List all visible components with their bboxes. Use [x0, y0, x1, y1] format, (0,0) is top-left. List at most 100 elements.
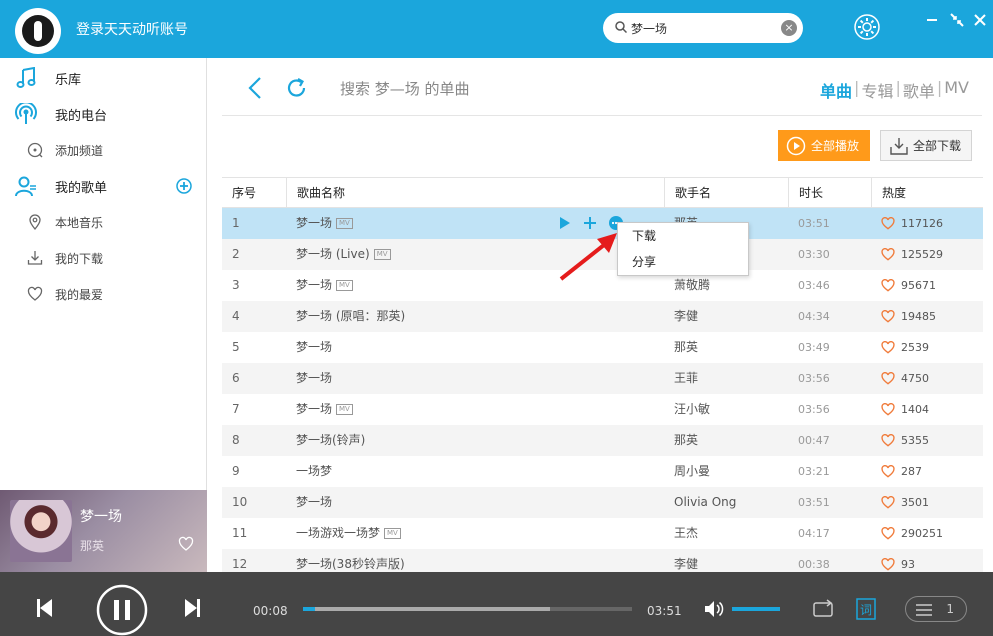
- column-header-number[interactable]: 序号: [222, 178, 286, 208]
- download-all-button[interactable]: 全部下载: [880, 130, 972, 161]
- now-playing-card[interactable]: 梦一场 那英: [0, 490, 207, 572]
- artist-cell[interactable]: 王杰: [664, 518, 788, 549]
- song-title-cell[interactable]: 梦一场: [286, 332, 606, 363]
- heart-icon[interactable]: [881, 527, 895, 540]
- sidebar-item-my-playlists[interactable]: 我的歌单: [0, 171, 206, 201]
- artist-cell[interactable]: 王菲: [664, 363, 788, 394]
- table-row[interactable]: 8 梦一场(铃声) 那英 00:47 5355: [222, 425, 983, 456]
- previous-track-icon[interactable]: [36, 598, 54, 618]
- column-header-duration[interactable]: 时长: [788, 178, 871, 208]
- artist-cell[interactable]: 李健: [664, 301, 788, 332]
- app-logo[interactable]: [15, 8, 61, 54]
- svg-text:词: 词: [860, 603, 872, 617]
- table-row[interactable]: 6 梦一场 王菲 03:56 4750: [222, 363, 983, 394]
- tab-albums[interactable]: 专辑: [859, 78, 895, 102]
- artist-cell[interactable]: 周小曼: [664, 456, 788, 487]
- progress-bar[interactable]: [303, 607, 632, 611]
- mv-badge[interactable]: MV: [373, 249, 391, 260]
- column-header-artist[interactable]: 歌手名: [664, 178, 788, 208]
- heart-icon[interactable]: [881, 217, 895, 230]
- sidebar-item-local-music[interactable]: 本地音乐: [0, 207, 206, 237]
- sidebar-item-radio[interactable]: 我的电台: [0, 99, 206, 129]
- column-header-popularity[interactable]: 热度: [871, 178, 983, 208]
- back-arrow-icon[interactable]: [245, 76, 265, 100]
- menu-item-share[interactable]: 分享: [618, 249, 748, 275]
- next-track-icon[interactable]: [183, 598, 201, 618]
- row-number: 8: [232, 433, 240, 447]
- heart-icon[interactable]: [881, 558, 895, 571]
- song-title-cell[interactable]: 梦一场: [286, 487, 606, 518]
- song-title-cell[interactable]: 梦一场 MV: [286, 394, 606, 425]
- sidebar-item-library[interactable]: 乐库: [0, 63, 206, 93]
- compact-mode-icon[interactable]: [949, 12, 965, 28]
- sidebar-item-add-channel[interactable]: 添加频道: [0, 135, 206, 165]
- column-header-title[interactable]: 歌曲名称: [286, 178, 664, 208]
- table-row[interactable]: 11 一场游戏一场梦 MV 王杰 04:17 290251: [222, 518, 983, 549]
- table-row[interactable]: 4 梦一场 (原唱：那英) 李健 04:34 19485: [222, 301, 983, 332]
- location-pin-icon: [26, 213, 44, 231]
- song-title-cell[interactable]: 一场梦: [286, 456, 606, 487]
- volume-icon[interactable]: [704, 600, 724, 618]
- heart-icon[interactable]: [881, 341, 895, 354]
- gear-icon[interactable]: [853, 13, 881, 41]
- artist-cell[interactable]: Olivia Ong: [664, 487, 788, 518]
- artist-cell[interactable]: 那英: [664, 332, 788, 363]
- row-number: 1: [232, 216, 240, 230]
- table-row[interactable]: 5 梦一场 那英 03:49 2539: [222, 332, 983, 363]
- song-title-cell[interactable]: 梦一场 (原唱：那英): [286, 301, 606, 332]
- favorite-heart-icon[interactable]: [178, 536, 194, 552]
- song-title-cell[interactable]: 梦一场: [286, 363, 606, 394]
- heart-icon[interactable]: [881, 403, 895, 416]
- pause-icon[interactable]: [96, 584, 148, 636]
- album-art[interactable]: [10, 500, 72, 562]
- minimize-icon[interactable]: [924, 12, 940, 28]
- search-icon[interactable]: [615, 21, 627, 33]
- row-number: 9: [232, 464, 240, 478]
- table-row[interactable]: 9 一场梦 周小曼 03:21 287: [222, 456, 983, 487]
- search-input[interactable]: [631, 18, 781, 38]
- song-title: 梦一场(38秒铃声版): [296, 557, 405, 571]
- heart-icon[interactable]: [881, 496, 895, 509]
- login-link[interactable]: 登录天天动听账号: [76, 19, 188, 39]
- tab-mv[interactable]: MV: [942, 78, 971, 102]
- artist-cell[interactable]: 汪小敏: [664, 394, 788, 425]
- artist-cell[interactable]: 那英: [664, 425, 788, 456]
- clear-search-icon[interactable]: ×: [781, 20, 797, 36]
- volume-slider[interactable]: [732, 607, 780, 611]
- add-playlist-icon[interactable]: [176, 178, 192, 194]
- queue-count-badge[interactable]: 1: [905, 596, 967, 622]
- heart-icon[interactable]: [881, 248, 895, 261]
- tab-playlists[interactable]: 歌单: [901, 78, 937, 102]
- title-bar: 登录天天动听账号 ×: [0, 0, 993, 58]
- table-row[interactable]: 10 梦一场 Olivia Ong 03:51 3501: [222, 487, 983, 518]
- menu-item-download[interactable]: 下载: [618, 223, 748, 249]
- song-title: 梦一场 (原唱：那英): [296, 309, 406, 323]
- lyrics-icon[interactable]: 词: [856, 598, 876, 620]
- row-number: 6: [232, 371, 240, 385]
- tab-songs[interactable]: 单曲: [818, 78, 854, 102]
- close-icon[interactable]: [972, 12, 988, 28]
- radio-icon: [14, 102, 38, 126]
- heart-icon[interactable]: [881, 434, 895, 447]
- played-fill: [303, 607, 315, 611]
- song-title: 梦一场: [296, 402, 333, 416]
- mv-badge[interactable]: MV: [336, 404, 353, 415]
- play-all-button[interactable]: 全部播放: [778, 130, 870, 161]
- play-mode-icon[interactable]: [812, 599, 834, 619]
- sidebar-item-my-downloads[interactable]: 我的下载: [0, 243, 206, 273]
- mv-badge[interactable]: MV: [336, 280, 353, 291]
- heart-icon[interactable]: [881, 279, 895, 292]
- popularity-value: 95671: [901, 279, 936, 292]
- refresh-icon[interactable]: [285, 76, 309, 100]
- song-title-cell[interactable]: 一场游戏一场梦 MV: [286, 518, 606, 549]
- heart-icon[interactable]: [881, 372, 895, 385]
- sidebar-item-my-favorites[interactable]: 我的最爱: [0, 279, 206, 309]
- sidebar-item-label: 本地音乐: [55, 215, 104, 230]
- heart-icon[interactable]: [881, 310, 895, 323]
- table-row[interactable]: 7 梦一场 MV 汪小敏 03:56 1404: [222, 394, 983, 425]
- mv-badge[interactable]: MV: [336, 218, 353, 229]
- mv-badge[interactable]: MV: [384, 528, 401, 539]
- heart-icon[interactable]: [881, 465, 895, 478]
- song-title-cell[interactable]: 梦一场(铃声): [286, 425, 606, 456]
- user-playlist-icon: [14, 174, 38, 198]
